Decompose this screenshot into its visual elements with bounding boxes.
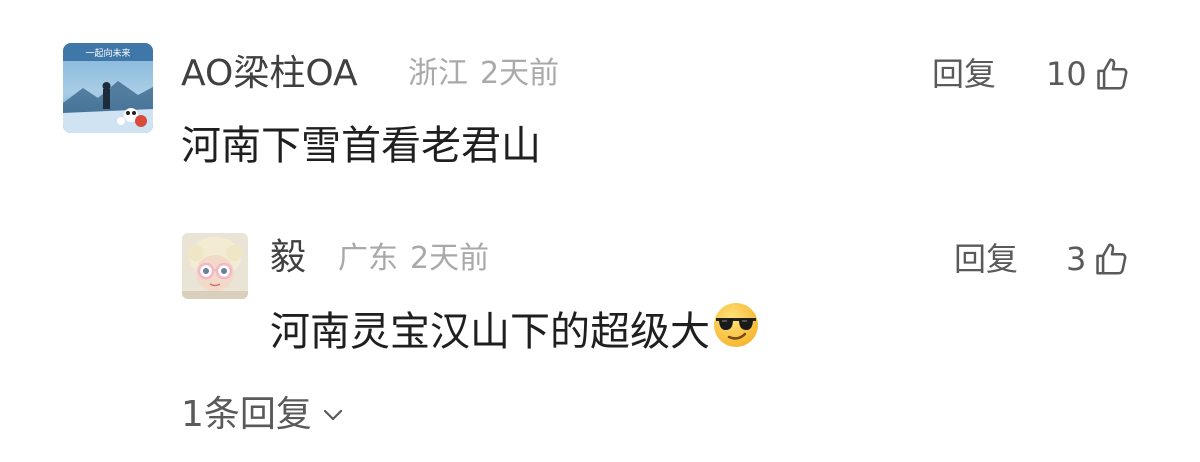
- reply-like-button[interactable]: 3: [1066, 239, 1130, 279]
- reply-location: 广东: [338, 241, 398, 276]
- thumbs-up-icon: [1096, 58, 1128, 90]
- reply-button[interactable]: 回复: [932, 54, 996, 94]
- reply-avatar[interactable]: [182, 233, 248, 299]
- commenter-username[interactable]: AO梁柱OA: [181, 52, 358, 96]
- thumbs-up-icon: [1096, 243, 1127, 275]
- reply-like-count: 3: [1066, 240, 1087, 278]
- more-replies-label: 1条回复: [181, 394, 312, 435]
- reply-text: 河南灵宝汉山下的超级大: [270, 301, 760, 364]
- reply-reply-button[interactable]: 回复: [954, 239, 1018, 279]
- reply-time: 2天前: [410, 241, 490, 276]
- comment-text: 河南下雪首看老君山: [181, 123, 541, 169]
- reply-meta: 广东 2天前: [338, 239, 489, 279]
- reply-text-content: 河南灵宝汉山下的超级大: [270, 309, 710, 355]
- chevron-down-icon: [323, 409, 343, 421]
- avatar-banner-text: 一起向未来: [85, 47, 130, 59]
- like-count: 10: [1046, 55, 1087, 93]
- like-button[interactable]: 10: [1046, 54, 1131, 94]
- comment-meta: 浙江 2天前: [408, 54, 559, 94]
- commenter-avatar[interactable]: 一起向未来: [63, 43, 153, 133]
- view-more-replies[interactable]: 1条回复: [181, 393, 344, 437]
- reply-username[interactable]: 毅: [270, 236, 306, 280]
- comment-location: 浙江: [408, 56, 468, 91]
- sunglasses-emoji-icon: [712, 301, 760, 361]
- comment-time: 2天前: [480, 56, 560, 91]
